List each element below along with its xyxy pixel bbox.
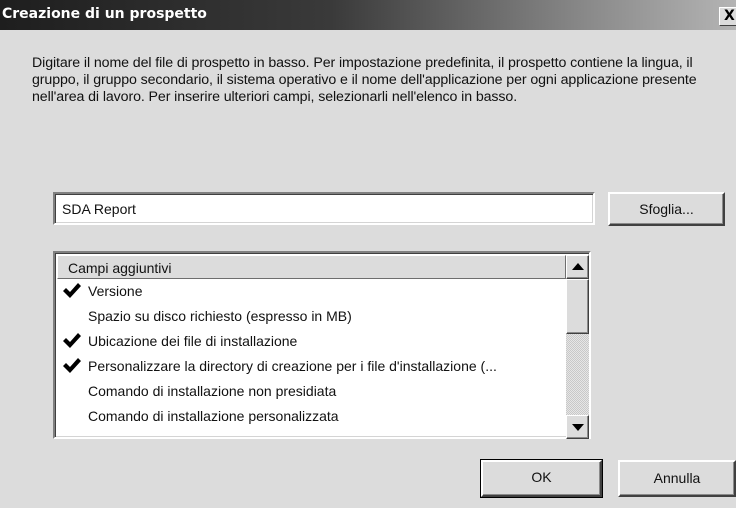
additional-fields-list: Campi aggiuntivi Versione Spazio su disco… <box>53 251 591 439</box>
list-item[interactable]: Versione <box>57 279 566 304</box>
check-icon <box>63 358 81 373</box>
column-header[interactable]: Campi aggiuntivi <box>57 255 566 279</box>
list-item-label: Ubicazione dei file di installazione <box>88 333 298 349</box>
arrow-down-icon <box>572 424 584 431</box>
cancel-button[interactable]: Annulla <box>618 460 736 497</box>
browse-button[interactable]: Sfoglia... <box>608 192 725 226</box>
ok-button[interactable]: OK <box>480 459 603 498</box>
list-item-label: Comando di installazione non presidiata <box>88 383 337 399</box>
list-item[interactable]: Spazio su disco richiesto (espresso in M… <box>57 304 566 329</box>
list-item-label: Versione <box>88 283 143 299</box>
report-filename-value: SDA Report <box>62 201 136 217</box>
title-bar: Creazione di un prospetto X <box>0 0 736 30</box>
list-item-label: Personalizzare la directory di creazione… <box>88 358 497 374</box>
scroll-down-button[interactable] <box>566 415 589 439</box>
vertical-scrollbar[interactable] <box>566 255 589 439</box>
description-text: Digitare il nome del file di prospetto i… <box>32 55 697 105</box>
list-rows: Versione Spazio su disco richiesto (espre… <box>57 279 566 437</box>
list-item[interactable]: Comando di installazione non presidiata <box>57 379 566 404</box>
scroll-up-button[interactable] <box>566 255 589 279</box>
list-item-label: Spazio su disco richiesto (espresso in M… <box>88 308 352 324</box>
arrow-up-icon <box>572 263 584 270</box>
list-item[interactable]: Personalizzare la directory di creazione… <box>57 354 566 379</box>
list-item[interactable]: Ubicazione dei file di installazione <box>57 329 566 354</box>
scroll-thumb[interactable] <box>566 279 589 334</box>
list-item-label: Comando di installazione personalizzata <box>88 408 339 424</box>
close-button[interactable]: X <box>719 7 736 26</box>
list-item[interactable]: Comando di installazione personalizzata <box>57 404 566 429</box>
window-title: Creazione di un prospetto <box>2 6 207 22</box>
check-icon <box>63 333 81 348</box>
close-icon: X <box>724 8 735 24</box>
create-report-dialog: Creazione di un prospetto X Digitare il … <box>0 0 736 508</box>
column-header-label: Campi aggiuntivi <box>68 260 172 276</box>
report-filename-input[interactable]: SDA Report <box>53 192 595 225</box>
check-icon <box>63 283 81 298</box>
